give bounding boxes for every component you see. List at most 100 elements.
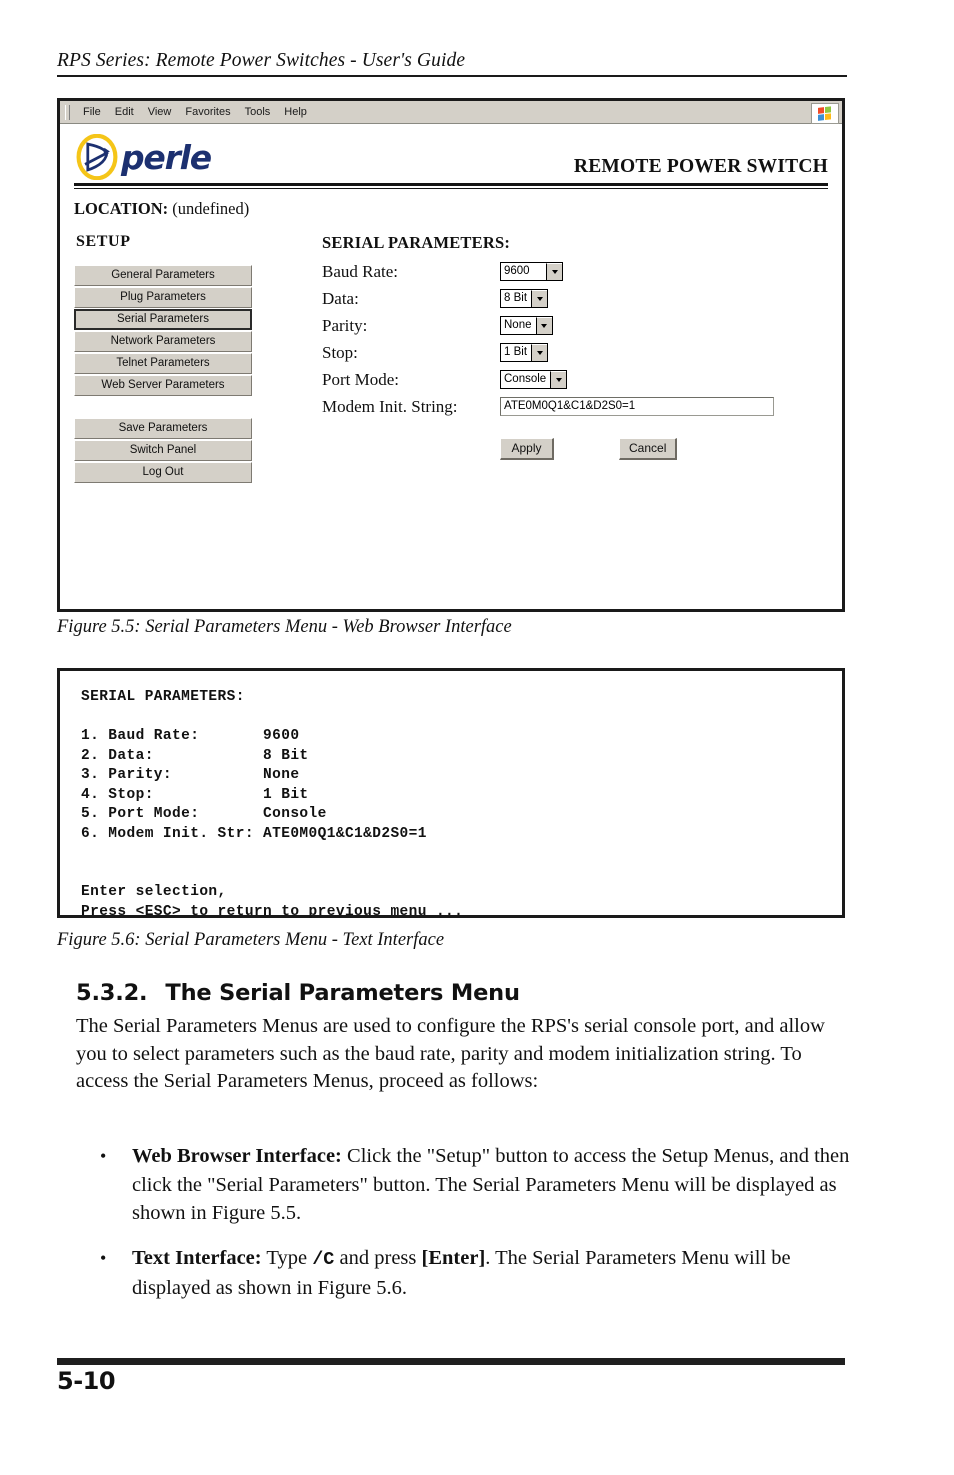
baud-rate-select[interactable]: 9600 [500, 262, 563, 281]
terminal-line: 5. Port Mode: Console [81, 806, 327, 822]
chevron-down-icon[interactable] [531, 290, 548, 307]
list-item-lead: Web Browser Interface: [132, 1145, 342, 1167]
switch-panel-button[interactable]: Switch Panel [74, 440, 252, 461]
running-head-rule [57, 75, 847, 78]
section-heading: 5.3.2. The Serial Parameters Menu [76, 980, 520, 1006]
form-row-data: Data: 8 Bit [322, 285, 828, 312]
form-heading: SERIAL PARAMETERS: [322, 233, 511, 252]
form-row-stop: Stop: 1 Bit [322, 339, 828, 366]
location-row: LOCATION: (undefined) [74, 199, 828, 219]
terminal-line: 6. Modem Init. Str: ATE0M0Q1&C1&D2S0=1 [81, 825, 427, 842]
stop-bits-select[interactable]: 1 Bit [500, 343, 549, 362]
terminal-line: 3. Parity: None [81, 767, 300, 783]
menu-grip-handle[interactable] [65, 104, 70, 120]
sidebar-item-plug-parameters[interactable]: Plug Parameters [74, 287, 252, 308]
brand-header: perle REMOTE POWER SWITCH [74, 124, 828, 180]
form-row-baud-rate: Baud Rate: 9600 [322, 258, 828, 285]
list-item-text: Web Browser Interface: Click the "Setup"… [132, 1142, 850, 1228]
command-code: /C [312, 1248, 335, 1270]
browser-body-columns: SETUP General Parameters Plug Parameters… [74, 233, 828, 484]
port-mode-select[interactable]: Console [500, 370, 568, 389]
terminal-line: Press <ESC> to return to previous menu .… [81, 903, 464, 920]
list-item-body-a: Type [261, 1246, 313, 1269]
figure-5-5-browser-window: File Edit View Favorites Tools Help perl… [57, 98, 845, 612]
terminal-line: 4. Stop: 1 Bit [81, 786, 309, 803]
menu-item-file[interactable]: File [76, 101, 108, 123]
location-value: (undefined) [172, 199, 250, 218]
setup-secondary-button-group: Save Parameters Switch Panel Log Out [74, 418, 304, 483]
running-head-text: RPS Series: Remote Power Switches - User… [57, 50, 466, 71]
location-label: LOCATION: [74, 199, 169, 218]
modem-init-string-label: Modem Init. String: [322, 396, 458, 416]
action-spacer [554, 438, 619, 460]
chevron-down-icon[interactable] [546, 263, 562, 280]
chevron-down-icon[interactable] [550, 371, 567, 388]
chevron-down-icon[interactable] [535, 317, 552, 334]
menu-item-help[interactable]: Help [277, 101, 314, 123]
form-row-parity: Parity: None [322, 312, 828, 339]
parity-label: Parity: [322, 315, 368, 335]
bullet-marker: • [100, 1247, 107, 1268]
menu-item-favorites[interactable]: Favorites [178, 101, 237, 123]
windows-flag-icon [811, 103, 839, 124]
list-item-body-b: and press [334, 1246, 422, 1269]
stop-bits-label: Stop: [322, 342, 358, 362]
bullet-marker: • [100, 1146, 107, 1166]
data-bits-select[interactable]: 8 Bit [500, 289, 549, 308]
browser-page-content: perle REMOTE POWER SWITCH LOCATION: (und… [60, 124, 842, 609]
baud-rate-value: 9600 [504, 265, 530, 277]
terminal-line: 2. Data: 8 Bit [81, 747, 309, 764]
section-paragraph: The Serial Parameters Menus are used to … [76, 1015, 825, 1092]
data-label: Data: [322, 288, 359, 308]
section-title: The Serial Parameters Menu [165, 980, 520, 1006]
terminal-line: Enter selection, [81, 884, 227, 900]
browser-menu-bar: File Edit View Favorites Tools Help [60, 101, 842, 124]
running-head: RPS Series: Remote Power Switches - User… [57, 50, 847, 78]
list-item: • Web Browser Interface: Click the "Setu… [100, 1142, 850, 1228]
instruction-list: • Web Browser Interface: Click the "Setu… [100, 1142, 850, 1319]
menu-item-view[interactable]: View [141, 101, 179, 123]
terminal-line: SERIAL PARAMETERS: [81, 689, 245, 705]
brand-divider [74, 183, 828, 189]
setup-sidebar: SETUP General Parameters Plug Parameters… [74, 233, 304, 484]
sidebar-item-telnet-parameters[interactable]: Telnet Parameters [74, 353, 252, 374]
serial-parameters-form: SERIAL PARAMETERS: Baud Rate: 9600 Data:… [304, 233, 828, 484]
sidebar-item-web-server-parameters[interactable]: Web Server Parameters [74, 375, 252, 396]
remote-power-switch-title: REMOTE POWER SWITCH [573, 156, 828, 177]
port-mode-value: Console [504, 373, 547, 385]
save-parameters-button[interactable]: Save Parameters [74, 418, 252, 439]
enter-key-label: [Enter] [421, 1246, 486, 1269]
apply-button[interactable]: Apply [500, 438, 554, 460]
list-item-lead: Text Interface: [132, 1246, 262, 1269]
log-out-button[interactable]: Log Out [74, 462, 252, 483]
setup-primary-button-group: General Parameters Plug Parameters Seria… [74, 265, 304, 396]
parity-value: None [504, 319, 532, 331]
footer-rule [57, 1358, 845, 1365]
perle-wordmark: perle [121, 137, 212, 177]
parity-select[interactable]: None [500, 316, 553, 335]
form-row-modem-init-string: Modem Init. String: ATE0M0Q1&C1&D2S0=1 [322, 393, 828, 420]
figure-5-6-terminal-window: SERIAL PARAMETERS: 1. Baud Rate: 9600 2.… [57, 668, 845, 920]
form-row-port-mode: Port Mode: Console [322, 366, 828, 393]
chevron-down-icon[interactable] [531, 344, 548, 361]
cancel-button[interactable]: Cancel [619, 438, 678, 460]
modem-init-string-input[interactable]: ATE0M0Q1&C1&D2S0=1 [500, 397, 774, 416]
menu-item-edit[interactable]: Edit [108, 101, 141, 123]
list-item-text: Text Interface: Type /C and press [Enter… [132, 1244, 850, 1303]
section-number: 5.3.2. [76, 980, 148, 1006]
sidebar-item-serial-parameters[interactable]: Serial Parameters [74, 309, 252, 330]
sidebar-item-general-parameters[interactable]: General Parameters [74, 265, 252, 286]
setup-heading: SETUP [76, 233, 131, 250]
terminal-line: 1. Baud Rate: 9600 [81, 728, 300, 744]
form-action-row: Apply Cancel [322, 438, 828, 460]
page-number: 5-10 [57, 1367, 116, 1395]
perle-logo: perle [74, 134, 212, 180]
sidebar-item-network-parameters[interactable]: Network Parameters [74, 331, 252, 352]
baud-rate-label: Baud Rate: [322, 261, 399, 281]
data-bits-value: 8 Bit [504, 292, 528, 304]
menu-item-tools[interactable]: Tools [238, 101, 278, 123]
stop-bits-value: 1 Bit [504, 346, 528, 358]
